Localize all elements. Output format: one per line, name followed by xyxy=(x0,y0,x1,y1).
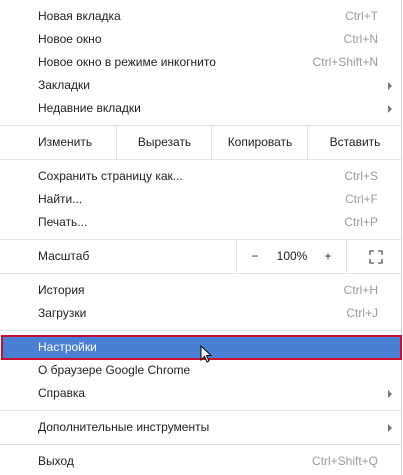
submenu-arrow-icon xyxy=(388,82,392,90)
menu-item-label: Найти... xyxy=(38,192,83,206)
menu-item-help[interactable]: Справка xyxy=(0,382,401,405)
chrome-main-menu: Новая вкладка Ctrl+T Новое окно Ctrl+N Н… xyxy=(0,0,402,475)
menu-item-shortcut: Ctrl+F xyxy=(345,192,378,206)
menu-item-label: Новое окно xyxy=(38,32,102,46)
menu-item-label: Недавние вкладки xyxy=(38,101,141,115)
menu-item-history[interactable]: История Ctrl+H xyxy=(0,279,401,302)
menu-item-label: Печать... xyxy=(38,215,88,229)
menu-item-label: Сохранить страницу как... xyxy=(38,169,183,183)
menu-item-find[interactable]: Найти... Ctrl+F xyxy=(0,188,401,211)
zoom-divider xyxy=(236,240,237,273)
menu-row-zoom: Масштаб − 100% + xyxy=(0,240,401,274)
menu-item-new-tab[interactable]: Новая вкладка Ctrl+T xyxy=(0,5,401,28)
menu-item-label: О браузере Google Chrome xyxy=(38,363,191,377)
menu-group-more-tools: Дополнительные инструменты xyxy=(0,411,401,445)
menu-group-page: Сохранить страницу как... Ctrl+S Найти..… xyxy=(0,160,401,240)
mouse-cursor-icon xyxy=(200,345,213,363)
menu-item-label: Загрузки xyxy=(38,306,87,320)
menu-item-label: Закладки xyxy=(38,78,90,92)
menu-item-shortcut: Ctrl+H xyxy=(343,283,378,297)
submenu-arrow-icon xyxy=(388,424,392,432)
paste-button[interactable]: Вставить xyxy=(307,126,402,159)
menu-item-label: История xyxy=(38,283,85,297)
paste-button-label: Вставить xyxy=(329,135,381,149)
menu-item-shortcut: Ctrl+T xyxy=(345,9,378,23)
submenu-arrow-icon xyxy=(388,390,392,398)
zoom-minus-label: − xyxy=(251,249,259,263)
menu-item-bookmarks[interactable]: Закладки xyxy=(0,74,401,97)
menu-item-label: Справка xyxy=(38,386,86,400)
menu-group-exit: Выход Ctrl+Shift+Q xyxy=(0,445,401,473)
submenu-arrow-icon xyxy=(388,105,392,113)
cut-button[interactable]: Вырезать xyxy=(116,126,212,159)
menu-item-label: Выход xyxy=(38,454,74,468)
menu-item-new-window[interactable]: Новое окно Ctrl+N xyxy=(0,28,401,51)
menu-row-edit: Изменить Вырезать Копировать Вставить xyxy=(0,126,401,160)
menu-item-more-tools[interactable]: Дополнительные инструменты xyxy=(0,416,401,439)
menu-item-shortcut: Ctrl+S xyxy=(344,169,378,183)
menu-item-save-page[interactable]: Сохранить страницу как... Ctrl+S xyxy=(0,165,401,188)
menu-item-shortcut: Ctrl+Shift+N xyxy=(312,55,378,69)
copy-button-label: Копировать xyxy=(227,135,293,149)
menu-item-shortcut: Ctrl+P xyxy=(344,215,378,229)
menu-item-label: Дополнительные инструменты xyxy=(38,420,210,434)
menu-item-shortcut: Ctrl+Shift+Q xyxy=(311,454,378,468)
menu-item-print[interactable]: Печать... Ctrl+P xyxy=(0,211,401,234)
menu-item-label: Новая вкладка xyxy=(38,9,121,23)
menu-item-downloads[interactable]: Загрузки Ctrl+J xyxy=(0,302,401,325)
menu-item-label: Новое окно в режиме инкогнито xyxy=(38,55,216,69)
zoom-level-value: 100% xyxy=(276,249,308,263)
zoom-plus-label: + xyxy=(324,249,332,263)
zoom-level: 100% xyxy=(270,240,314,273)
zoom-out-button[interactable]: − xyxy=(240,240,270,273)
zoom-label: Масштаб xyxy=(38,249,90,263)
menu-item-exit[interactable]: Выход Ctrl+Shift+Q xyxy=(0,450,401,473)
menu-item-new-incognito-window[interactable]: Новое окно в режиме инкогнито Ctrl+Shift… xyxy=(0,51,401,74)
menu-item-recent-tabs[interactable]: Недавние вкладки xyxy=(0,97,401,120)
cut-button-label: Вырезать xyxy=(137,135,192,149)
menu-item-shortcut: Ctrl+J xyxy=(346,306,378,320)
menu-item-shortcut: Ctrl+N xyxy=(343,32,378,46)
menu-item-label: Настройки xyxy=(38,340,97,354)
menu-group-tabs-windows: Новая вкладка Ctrl+T Новое окно Ctrl+N Н… xyxy=(0,0,401,126)
copy-button[interactable]: Копировать xyxy=(211,126,308,159)
fullscreen-icon[interactable] xyxy=(369,250,383,264)
menu-group-settings: Настройки О браузере Google Chrome Справ… xyxy=(0,331,402,411)
zoom-in-button[interactable]: + xyxy=(314,240,342,273)
menu-group-history: История Ctrl+H Загрузки Ctrl+J xyxy=(0,274,401,331)
edit-label: Изменить xyxy=(38,135,93,149)
zoom-divider xyxy=(346,240,347,273)
